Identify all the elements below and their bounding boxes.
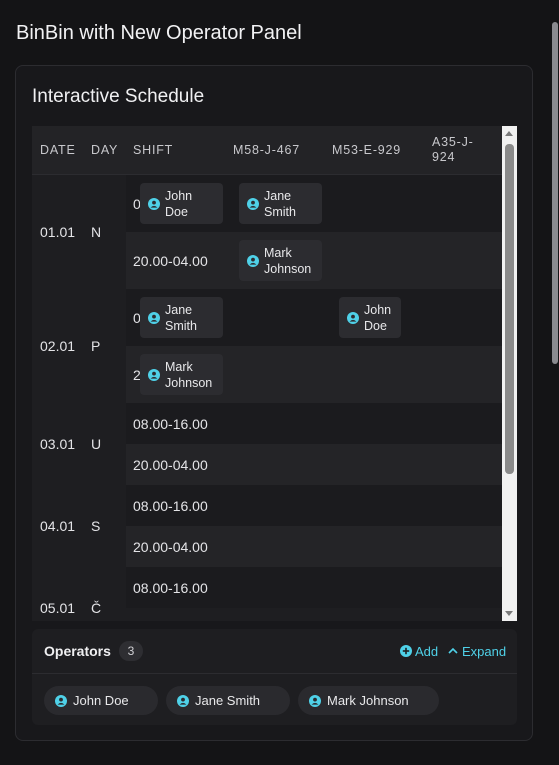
- operator-name: Jane Smith: [195, 693, 261, 708]
- shift-time: 20.00-04.00: [133, 456, 208, 473]
- user-circle-icon: [247, 254, 259, 267]
- operator-name: John Doe: [73, 693, 129, 708]
- assigned-operator-name: John Doe: [364, 302, 392, 333]
- assigned-operator-name: Mark Johnson: [264, 245, 312, 276]
- shift-time: 20.00-04.00: [133, 538, 208, 555]
- assigned-operator-chip[interactable]: John Doe: [339, 297, 401, 338]
- day-cell: S: [91, 518, 101, 534]
- header-machine-2: M53-E-929: [332, 142, 402, 157]
- expand-label: Expand: [462, 643, 507, 659]
- scroll-up-arrow-icon[interactable]: [505, 131, 513, 136]
- shift-row: 20.00-04.00: [126, 444, 502, 485]
- add-operator-button[interactable]: Add: [400, 641, 438, 661]
- table-scrollbar-thumb[interactable]: [505, 144, 514, 474]
- user-circle-icon: [347, 311, 359, 324]
- user-circle-icon: [148, 311, 160, 324]
- day-cell: U: [91, 436, 102, 452]
- assigned-operator-name: John Doe: [165, 188, 193, 219]
- operators-panel: Operators 3 Add Expand John Doe Jane Smi…: [32, 629, 517, 725]
- operator-chip-jane-smith[interactable]: Jane Smith: [166, 686, 290, 715]
- operators-title: Operators: [44, 643, 111, 659]
- operator-name: Mark Johnson: [327, 693, 409, 708]
- shift-row: 08.00-16.00: [126, 403, 502, 445]
- assigned-operator-chip[interactable]: Jane Smith: [140, 297, 223, 338]
- date-cell: 01.01: [40, 224, 76, 240]
- day-cell: N: [91, 224, 102, 240]
- date-cell: 05.01: [40, 600, 76, 616]
- date-cell: 04.01: [40, 518, 76, 534]
- assigned-operator-chip[interactable]: Mark Johnson: [140, 354, 223, 395]
- user-circle-icon: [177, 694, 189, 707]
- shift-time: 20.00-04.00: [133, 252, 208, 269]
- assigned-operator-name: Jane Smith: [165, 302, 197, 333]
- user-circle-icon: [55, 694, 67, 707]
- header-shift: SHIFT: [133, 142, 174, 157]
- date-cell: 02.01: [40, 338, 76, 354]
- expand-button[interactable]: Expand: [447, 641, 506, 661]
- add-label: Add: [415, 643, 439, 659]
- day-cell: P: [91, 338, 101, 354]
- schedule-date-group: 04.01 S 08.00-16.00 20.00-04.00: [32, 485, 502, 568]
- date-cell: 03.01: [40, 436, 76, 452]
- assigned-operator-chip[interactable]: John Doe: [140, 183, 223, 224]
- assigned-operator-chip[interactable]: Mark Johnson: [239, 240, 322, 281]
- page-scrollbar[interactable]: [551, 0, 559, 765]
- assigned-operator-name: Mark Johnson: [165, 359, 213, 390]
- schedule-title: Interactive Schedule: [32, 86, 205, 107]
- plus-circle-icon: [400, 645, 412, 657]
- table-header-row: DATE DAY SHIFT M58-J-467 M53-E-929 A35-J…: [32, 126, 502, 175]
- shift-row: 08.00-16.00John DoeJane Smith: [126, 175, 502, 233]
- user-circle-icon: [247, 197, 259, 210]
- user-circle-icon: [148, 368, 160, 381]
- operators-count-badge: 3: [119, 641, 143, 661]
- operator-chip-mark-johnson[interactable]: Mark Johnson: [298, 686, 439, 715]
- header-machine-3: A35-J- 924: [432, 135, 474, 164]
- schedule-date-group: 05.01 Č 08.00-16.00: [32, 567, 502, 621]
- shift-row: 08.00-16.00: [126, 567, 502, 608]
- header-machine-1: M58-J-467: [233, 142, 300, 157]
- header-day: DAY: [91, 142, 119, 157]
- operator-chip-john-doe[interactable]: John Doe: [44, 686, 158, 715]
- shift-row: 08.00-16.00: [126, 485, 502, 527]
- shift-row: 20.00-04.00Mark Johnson: [126, 346, 502, 403]
- shift-row: 20.00-04.00: [126, 526, 502, 567]
- shift-row: 20.00-04.00 Mark Johnson: [126, 232, 502, 289]
- shift-time: 08.00-16.00: [133, 497, 208, 514]
- assigned-operator-chip[interactable]: Jane Smith: [239, 183, 322, 224]
- chevron-up-icon: [448, 647, 458, 654]
- app-title: BinBin with New Operator Panel: [16, 22, 302, 44]
- schedule-date-group: 01.01N08.00-16.00John DoeJane Smith20.00…: [32, 175, 502, 290]
- shift-time: 08.00-16.00: [133, 579, 208, 596]
- page-scrollbar-thumb[interactable]: [552, 22, 558, 364]
- scroll-down-arrow-icon[interactable]: [505, 611, 513, 616]
- schedule-date-group: 02.01P08.00-16.00Jane SmithJohn Doe20.00…: [32, 289, 502, 404]
- operators-header: Operators 3 Add Expand: [32, 629, 517, 674]
- shift-time: 08.00-16.00: [133, 415, 208, 432]
- assigned-operator-name: Jane Smith: [264, 188, 296, 219]
- table-scrollbar[interactable]: [502, 126, 517, 621]
- schedule-date-group: 03.01 U 08.00-16.00 20.00-04.00: [32, 403, 502, 486]
- shift-row: 08.00-16.00Jane SmithJohn Doe: [126, 289, 502, 347]
- header-date: DATE: [40, 142, 76, 157]
- schedule-table: DATE DAY SHIFT M58-J-467 M53-E-929 A35-J…: [32, 126, 517, 621]
- user-circle-icon: [148, 197, 160, 210]
- day-cell: Č: [91, 600, 102, 616]
- user-circle-icon: [309, 694, 321, 707]
